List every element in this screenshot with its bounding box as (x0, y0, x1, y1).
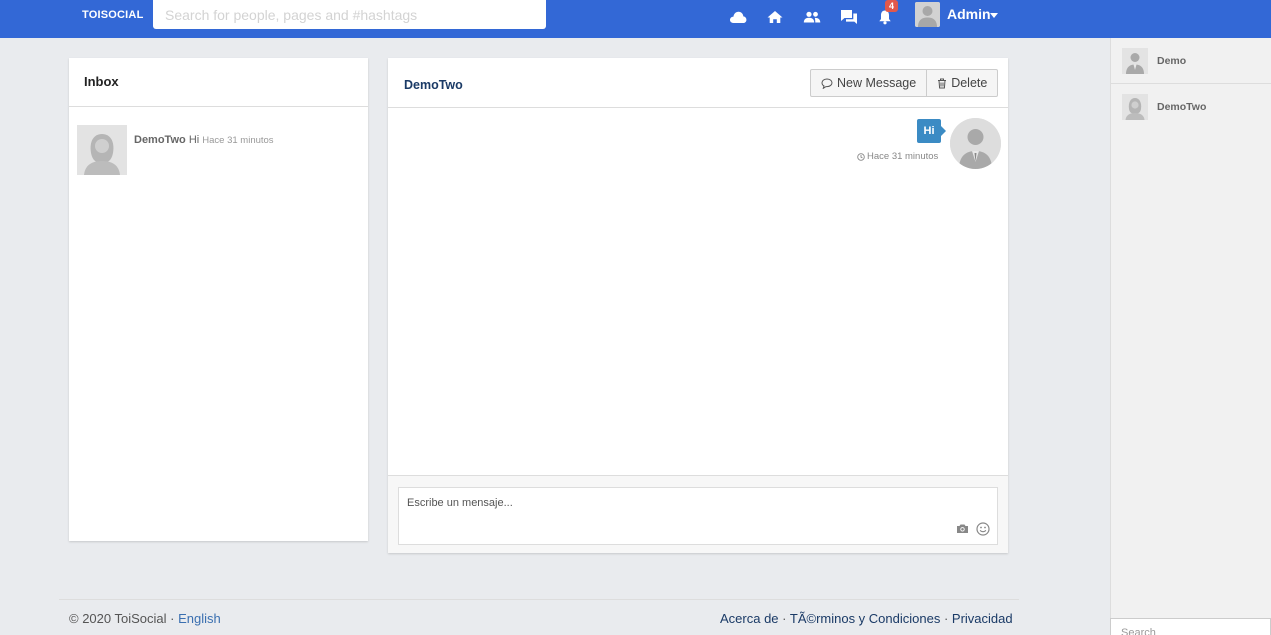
search-input[interactable] (153, 0, 546, 29)
message-time-text: Hace 31 minutos (867, 151, 939, 162)
brand-logo[interactable]: TOISOCIAL (82, 9, 144, 21)
message-input-placeholder: Escribe un mensaje... (407, 497, 513, 509)
list-item[interactable]: DemoTwo Hi Hace 31 minutos (77, 125, 357, 175)
new-message-button[interactable]: New Message (811, 70, 926, 96)
chat-title[interactable]: DemoTwo (404, 78, 463, 92)
language-link[interactable]: English (178, 611, 221, 626)
clock-icon (857, 152, 865, 161)
footer-copyright: © 2020 ToiSocial · English (69, 611, 221, 626)
sidebar-search-input[interactable] (1110, 618, 1271, 635)
inbox-panel: Inbox DemoTwo Hi Hace 31 minutos (69, 58, 368, 541)
sender-name: DemoTwo (134, 134, 186, 146)
privacy-link[interactable]: Privacidad (952, 611, 1013, 626)
user-name[interactable]: Admin (947, 6, 991, 22)
new-message-label: New Message (837, 76, 917, 90)
avatar (1122, 48, 1148, 74)
contact-name: DemoTwo (1157, 101, 1207, 113)
smile-icon[interactable] (976, 522, 990, 539)
footer-separator: · (778, 611, 790, 626)
camera-icon[interactable] (956, 523, 969, 537)
message-input[interactable]: Escribe un mensaje... (398, 487, 998, 545)
footer-links: Acerca de · TÃ©rminos y Condiciones · Pr… (720, 611, 1013, 626)
contact-item[interactable]: Demo (1111, 38, 1271, 84)
contact-item[interactable]: DemoTwo (1111, 84, 1271, 130)
message-time: Hace 31 minutos (202, 135, 274, 146)
message-bubble: Hi (917, 119, 946, 143)
cloud-icon[interactable] (727, 6, 749, 28)
home-icon[interactable] (764, 6, 786, 28)
inbox-title: Inbox (69, 58, 368, 107)
footer-separator: · (940, 611, 952, 626)
messages-icon[interactable] (838, 6, 860, 28)
chat-actions: New Message Delete (810, 69, 999, 97)
friends-icon[interactable] (801, 6, 823, 28)
delete-button[interactable]: Delete (926, 70, 997, 96)
notification-badge: 4 (885, 0, 898, 12)
about-link[interactable]: Acerca de (720, 611, 779, 626)
compose-area: Escribe un mensaje... (388, 475, 1008, 553)
user-avatar[interactable] (915, 2, 940, 27)
comment-icon (821, 77, 833, 89)
trash-icon (938, 78, 947, 88)
contact-name: Demo (1157, 55, 1187, 67)
chevron-down-icon[interactable] (990, 13, 998, 18)
avatar (1122, 94, 1148, 120)
chat-header: DemoTwo New Message Delete (388, 58, 1008, 108)
delete-label: Delete (951, 76, 988, 90)
chat-panel: DemoTwo New Message Delete Hi Hace 31 mi… (388, 58, 1008, 553)
copyright-text: © 2020 ToiSocial · (69, 611, 179, 626)
avatar (77, 125, 127, 175)
chat-sidebar: Demo DemoTwo (1110, 38, 1271, 635)
footer-divider (59, 599, 1019, 600)
message-timestamp: Hace 31 minutos (857, 151, 938, 162)
top-navbar: TOISOCIAL 4 Admin (0, 0, 1271, 38)
avatar (950, 118, 1001, 169)
message-preview: Hi (188, 134, 200, 146)
terms-link[interactable]: TÃ©rminos y Condiciones (790, 611, 940, 626)
